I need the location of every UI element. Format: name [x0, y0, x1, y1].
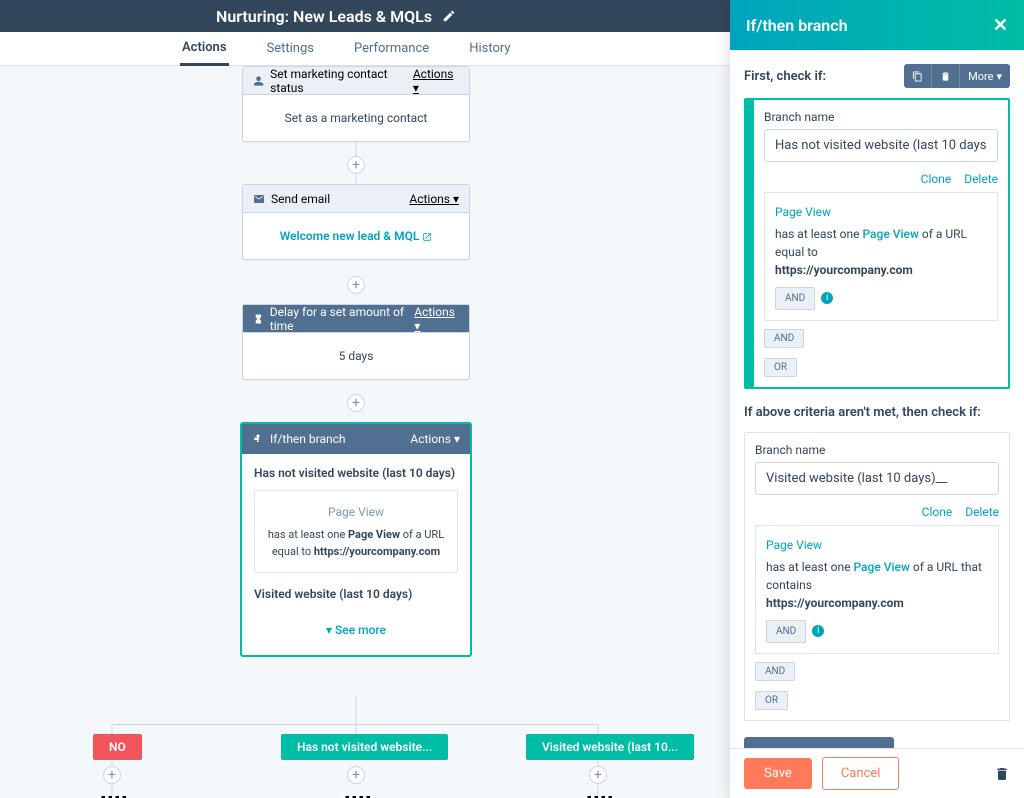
- node-set-marketing-status[interactable]: Set marketing contact status Actions ▾ S…: [242, 66, 470, 142]
- add-step-button[interactable]: +: [347, 766, 365, 784]
- add-step-button[interactable]: +: [589, 766, 607, 784]
- second-check-label: If above criteria aren't met, then check…: [744, 405, 1010, 420]
- panel-body[interactable]: First, check if: More ▾ Branch name Clon…: [730, 50, 1024, 748]
- close-icon[interactable]: ✕: [993, 15, 1008, 36]
- add-step-button[interactable]: +: [347, 156, 365, 174]
- email-link[interactable]: Welcome new lead & MQL: [280, 229, 433, 243]
- branch-icon: [252, 433, 264, 445]
- node-body: Set as a marketing contact: [243, 95, 469, 141]
- and-chip[interactable]: AND: [755, 662, 795, 681]
- branch-chip-not-visited[interactable]: Has not visited website...: [281, 734, 448, 760]
- connector-h: [112, 724, 598, 725]
- node-actions-menu[interactable]: Actions ▾: [414, 305, 459, 333]
- workflow-title: Nurturing: New Leads & MQLs: [216, 7, 432, 26]
- branch-1-links: Clone Delete: [764, 172, 998, 186]
- and-chip[interactable]: AND: [764, 329, 804, 348]
- node-title: Delay for a set amount of time: [253, 305, 414, 333]
- copy-button[interactable]: [904, 64, 932, 88]
- page-view-heading: Page View: [775, 203, 987, 221]
- branch-2-box: Branch name Clone Delete Page View has a…: [744, 432, 1010, 721]
- criteria-box-1[interactable]: Page View has at least one Page View of …: [764, 192, 998, 321]
- clone-link[interactable]: Clone: [921, 172, 952, 186]
- node-body: 5 days: [243, 333, 469, 379]
- branch-chip-no[interactable]: NO: [93, 734, 142, 760]
- node-title: If/then branch: [252, 432, 346, 446]
- save-button[interactable]: Save: [744, 758, 812, 789]
- criteria-box: Page View has at least one Page View of …: [254, 490, 458, 573]
- trash-icon: [940, 71, 951, 82]
- copy-icon: [912, 71, 923, 82]
- tab-history[interactable]: History: [467, 33, 512, 64]
- add-step-button[interactable]: +: [347, 394, 365, 412]
- panel-title: If/then branch: [746, 16, 848, 35]
- workflow-canvas[interactable]: Set marketing contact status Actions ▾ S…: [0, 66, 730, 798]
- branch-2-title: Visited website (last 10 days): [254, 587, 458, 601]
- branch-2-links: Clone Delete: [755, 505, 999, 519]
- branch-1-box: Branch name Clone Delete Page View has a…: [744, 98, 1010, 389]
- node-title: Send email: [253, 192, 330, 206]
- first-check-label: First, check if:: [744, 69, 826, 84]
- node-if-then-branch[interactable]: If/then branch Actions ▾ Has not visited…: [240, 422, 472, 657]
- node-actions-menu[interactable]: Actions ▾: [409, 192, 459, 206]
- tab-settings[interactable]: Settings: [265, 33, 316, 64]
- page-view-heading: Page View: [766, 536, 988, 554]
- delete-link[interactable]: Delete: [964, 172, 998, 186]
- node-title: Set marketing contact status: [253, 67, 413, 95]
- see-more-link[interactable]: ▾ See more: [254, 611, 458, 643]
- clone-link[interactable]: Clone: [922, 505, 953, 519]
- or-chip[interactable]: OR: [755, 691, 788, 710]
- branch-1-name-input[interactable]: [764, 129, 998, 162]
- footer-trash-icon[interactable]: [994, 766, 1010, 782]
- node-delay[interactable]: Delay for a set amount of time Actions ▾…: [242, 304, 470, 380]
- and-chip[interactable]: AND: [766, 620, 806, 643]
- node-actions-menu[interactable]: Actions ▾: [410, 432, 460, 446]
- info-icon[interactable]: i: [821, 292, 833, 304]
- info-icon[interactable]: i: [812, 625, 824, 637]
- hourglass-icon: [253, 313, 264, 325]
- delete-button[interactable]: [932, 64, 960, 88]
- criteria-box-2[interactable]: Page View has at least one Page View of …: [755, 525, 999, 654]
- edit-icon[interactable]: [442, 9, 456, 23]
- branch-chip-visited[interactable]: Visited website (last 10...: [526, 734, 694, 760]
- more-button[interactable]: More ▾: [960, 64, 1010, 88]
- add-step-button[interactable]: +: [347, 276, 365, 294]
- and-chip[interactable]: AND: [775, 287, 815, 310]
- connector: [356, 696, 357, 736]
- panel-footer: Save Cancel: [730, 748, 1024, 798]
- panel-toolbar: More ▾: [904, 64, 1010, 88]
- delete-link[interactable]: Delete: [965, 505, 999, 519]
- add-step-button[interactable]: +: [103, 766, 121, 784]
- branch-1-title: Has not visited website (last 10 days): [254, 466, 458, 480]
- cancel-button[interactable]: Cancel: [822, 757, 900, 790]
- or-chip[interactable]: OR: [764, 358, 797, 377]
- if-then-panel: If/then branch ✕ First, check if: More ▾…: [730, 0, 1024, 798]
- branch-name-label: Branch name: [755, 443, 999, 457]
- branch-name-label: Branch name: [764, 110, 998, 124]
- add-another-branch-button[interactable]: Add another branch: [744, 737, 894, 748]
- node-send-email[interactable]: Send email Actions ▾ Welcome new lead & …: [242, 184, 470, 260]
- branch-2-name-input[interactable]: [755, 462, 999, 495]
- tab-actions[interactable]: Actions: [180, 32, 229, 66]
- panel-header: If/then branch ✕: [730, 0, 1024, 50]
- email-icon: [253, 193, 265, 205]
- node-actions-menu[interactable]: Actions ▾: [413, 67, 459, 95]
- tab-performance[interactable]: Performance: [352, 33, 431, 64]
- external-link-icon: [422, 232, 432, 242]
- contact-icon: [253, 75, 264, 87]
